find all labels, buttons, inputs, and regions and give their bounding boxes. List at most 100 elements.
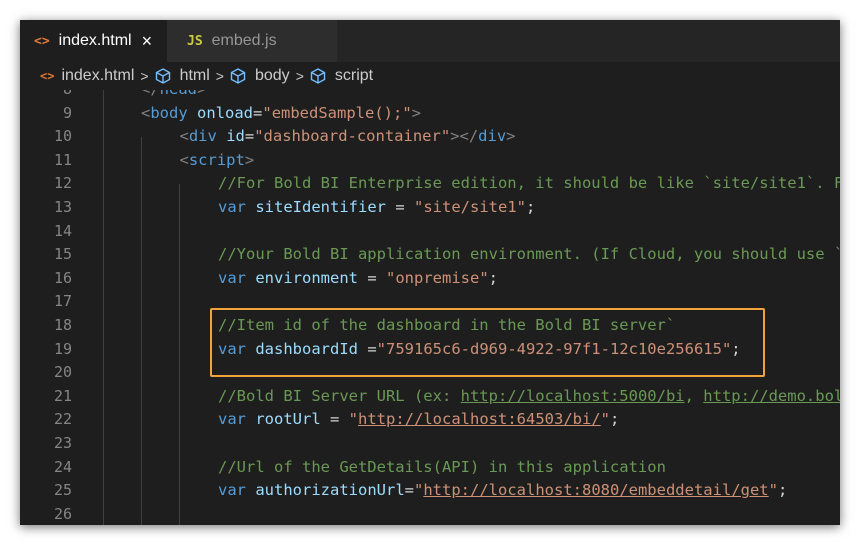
code-token: > bbox=[197, 90, 206, 98]
code-token: > bbox=[506, 127, 516, 146]
code-token: var bbox=[218, 268, 246, 287]
code-text: <div id="dashboard-container"></div> bbox=[180, 125, 516, 149]
code-token: > bbox=[411, 103, 422, 122]
line-number: 9 bbox=[62, 103, 72, 122]
code-token: ></ bbox=[450, 127, 479, 146]
line-number: 25 bbox=[53, 481, 72, 500]
code-token: , bbox=[684, 386, 704, 405]
chevron-right-icon: > bbox=[295, 68, 304, 84]
code-token: < bbox=[141, 103, 151, 122]
tab-label: embed.js bbox=[211, 32, 277, 49]
html-file-icon: <> bbox=[34, 33, 50, 49]
line-number: 15 bbox=[53, 245, 72, 264]
code-line: 25 var authorizationUrl="http://localhost… bbox=[20, 479, 840, 503]
code-text: //Bold BI Server URL (ex: http://localho… bbox=[218, 385, 840, 409]
code-text: var rootUrl = "http://localhost:64503/bi… bbox=[218, 408, 619, 432]
code-token: http://demo.boldbi.com/bi bbox=[703, 386, 840, 405]
code-token: http://localhost:5000/bi bbox=[460, 386, 685, 405]
line-number: 20 bbox=[53, 363, 72, 382]
tab-embed-js[interactable]: JS embed.js bbox=[167, 20, 337, 62]
code-token: = bbox=[320, 410, 349, 429]
code-line: 24 //Url of the GetDetails(API) in this a… bbox=[20, 456, 840, 480]
code-text: <body onload="embedSample();"> bbox=[141, 102, 421, 126]
code-token: http://localhost:64503/bi/ bbox=[358, 410, 601, 429]
code-text: //For Bold BI Enterprise edition, it sho… bbox=[218, 172, 840, 196]
code-token: = bbox=[386, 198, 414, 216]
line-number: 21 bbox=[53, 386, 72, 405]
chevron-right-icon: > bbox=[215, 68, 224, 84]
line-number: 23 bbox=[53, 434, 72, 452]
code-token: ; bbox=[525, 198, 536, 216]
code-text: //Your Bold BI application environment. … bbox=[218, 243, 840, 267]
line-number: 10 bbox=[53, 127, 72, 146]
line-number: 13 bbox=[53, 198, 72, 216]
code-token: onload bbox=[197, 103, 254, 122]
line-number: 24 bbox=[53, 457, 72, 476]
line-number: 12 bbox=[53, 174, 72, 193]
code-line: 8 </head> bbox=[20, 90, 840, 102]
code-token: //Your Bold BI application environment. … bbox=[218, 245, 840, 264]
code-token: < bbox=[179, 150, 189, 169]
breadcrumb-item-body[interactable]: body bbox=[255, 67, 290, 85]
code-line: 14 bbox=[20, 220, 840, 244]
tab-label: index.html bbox=[58, 32, 132, 49]
breadcrumb-item-index-html[interactable]: index.html bbox=[61, 67, 134, 85]
code-line: 10 <div id="dashboard-container"></div> bbox=[20, 125, 840, 149]
line-number: 16 bbox=[53, 268, 72, 287]
cube-icon bbox=[230, 68, 246, 84]
code-token: " bbox=[600, 410, 610, 429]
code-text: var environment = "onpremise"; bbox=[218, 267, 498, 291]
tab-bar: <> index.html × JS embed.js bbox=[20, 20, 840, 62]
code-token: //For Bold BI Enterprise edition, it sho… bbox=[218, 174, 840, 193]
code-token: = bbox=[253, 103, 263, 122]
code-token: = bbox=[244, 127, 255, 146]
code-token: id bbox=[226, 127, 245, 146]
code-text: var authorizationUrl="http://localhost:8… bbox=[218, 479, 787, 503]
code-token: body bbox=[150, 103, 188, 122]
code-token: " bbox=[348, 410, 359, 429]
editor-window: <> index.html × JS embed.js <> index.htm… bbox=[20, 20, 840, 525]
html-file-icon: <> bbox=[40, 69, 55, 83]
code-token: siteIdentifier bbox=[255, 198, 386, 216]
code-line: 23 bbox=[20, 432, 840, 456]
code-line: 9 <body onload="embedSample();"> bbox=[20, 102, 840, 126]
line-number: 11 bbox=[53, 150, 72, 169]
tab-index-html[interactable]: <> index.html × bbox=[20, 20, 167, 62]
code-token: http://localhost:8080/embeddetail/get bbox=[423, 481, 769, 500]
line-number: 22 bbox=[53, 410, 72, 429]
js-file-icon: JS bbox=[187, 33, 203, 49]
code-token: " bbox=[414, 481, 424, 500]
breadcrumb-item-script[interactable]: script bbox=[335, 67, 373, 85]
code-token: > bbox=[244, 150, 255, 169]
line-number: 8 bbox=[20, 90, 72, 102]
code-token: authorizationUrl bbox=[255, 481, 405, 500]
code-token: head bbox=[160, 90, 197, 98]
code-token: "onpremise" bbox=[386, 268, 489, 287]
code-line: 22 var rootUrl = "http://localhost:64503/… bbox=[20, 408, 840, 432]
line-number: 18 bbox=[53, 316, 72, 334]
dashboard-id-highlight bbox=[210, 308, 765, 377]
code-token: //Bold BI Server URL (ex: bbox=[218, 386, 461, 405]
code-line: 13 var siteIdentifier = "site/site1"; bbox=[20, 196, 840, 220]
code-token: < bbox=[179, 127, 189, 146]
code-token: ; bbox=[610, 410, 620, 429]
cube-icon bbox=[310, 68, 326, 84]
line-number: 17 bbox=[53, 292, 72, 311]
code-text: //Url of the GetDetails(API) in this app… bbox=[218, 456, 666, 480]
code-token: </ bbox=[141, 90, 160, 98]
code-line: 16 var environment = "onpremise"; bbox=[20, 267, 840, 291]
cube-icon bbox=[155, 68, 170, 84]
close-icon[interactable]: × bbox=[142, 31, 153, 52]
code-token: = bbox=[358, 268, 386, 287]
code-text: var siteIdentifier = "site/site1"; bbox=[218, 196, 535, 220]
code-token: " bbox=[768, 481, 778, 500]
code-token: ; bbox=[777, 481, 788, 500]
code-token: rootUrl bbox=[255, 410, 321, 429]
breadcrumb-item-html[interactable]: html bbox=[180, 67, 210, 85]
code-token: environment bbox=[255, 268, 358, 287]
code-token: div bbox=[188, 127, 217, 146]
